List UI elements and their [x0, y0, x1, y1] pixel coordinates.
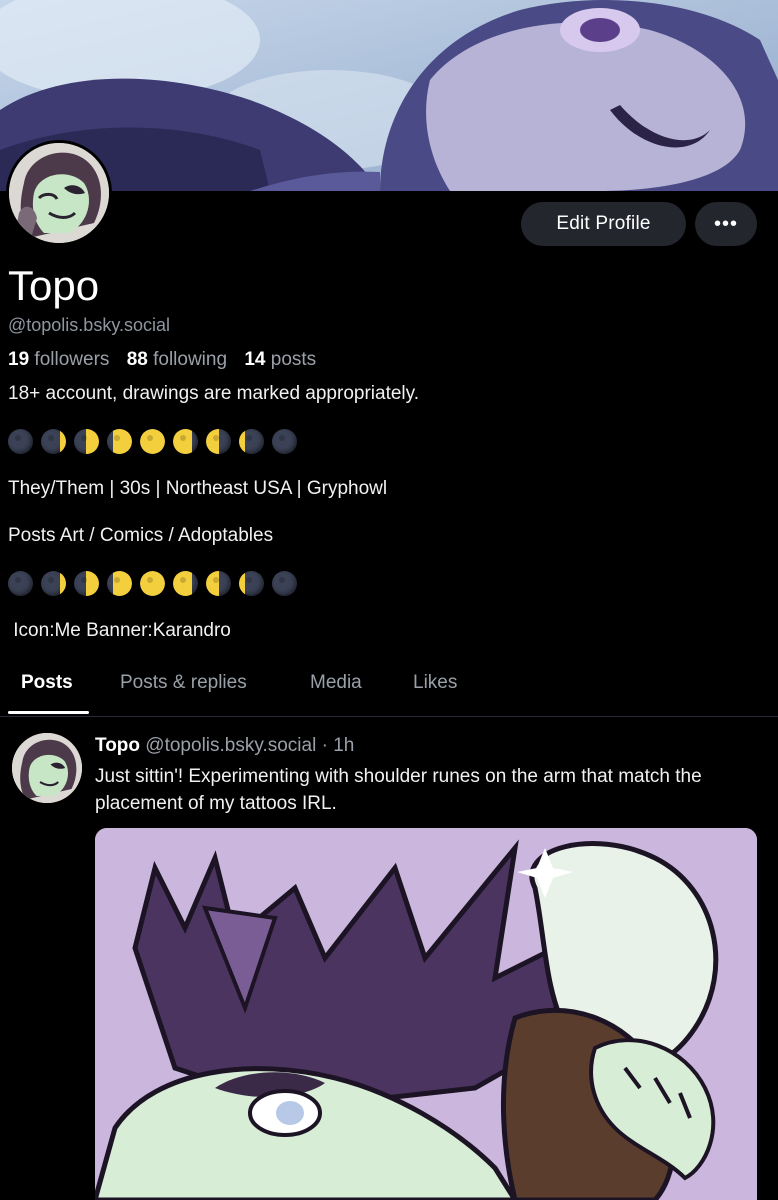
moon-crater: [246, 435, 252, 441]
moon-phase-icon: [8, 429, 33, 454]
post-timestamp[interactable]: 1h: [333, 735, 354, 756]
moon-phase-icon: [173, 571, 198, 596]
post-header: Topo @topolis.bsky.social · 1h: [95, 735, 354, 757]
moon-phase-icon: [107, 429, 132, 454]
profile-tabs: Posts Posts & replies Media Likes: [0, 662, 778, 717]
moon-phase-icon: [8, 571, 33, 596]
moon-crater: [246, 577, 252, 583]
ellipsis-icon: •••: [713, 212, 738, 235]
moon-lit-part: [60, 571, 66, 596]
post-author-handle[interactable]: @topolis.bsky.social: [145, 735, 316, 756]
moon-phase-row: [8, 429, 297, 454]
moon-crater: [279, 577, 285, 583]
moon-crater: [15, 435, 21, 441]
profile-stats: 19 followers 88 following 14 posts: [8, 349, 316, 371]
profile-avatar[interactable]: [6, 140, 112, 246]
posts-label: posts: [270, 349, 317, 370]
moon-crater: [81, 577, 87, 583]
tab-posts-and-replies[interactable]: Posts & replies: [120, 672, 247, 694]
profile-banner[interactable]: [0, 0, 778, 191]
moon-lit-part: [60, 429, 66, 454]
moon-lit-part: [206, 571, 219, 596]
posts-stat: 14 posts: [244, 349, 316, 370]
moon-phase-icon: [173, 429, 198, 454]
profile-handle: @topolis.bsky.social: [8, 315, 170, 335]
post-author-avatar[interactable]: [12, 733, 82, 803]
tab-likes[interactable]: Likes: [413, 672, 457, 694]
moon-crater: [114, 577, 120, 583]
moon-crater: [213, 577, 219, 583]
moon-phase-icon: [239, 429, 264, 454]
moon-lit-part: [113, 571, 132, 596]
moon-phase-icon: [74, 429, 99, 454]
followers-link[interactable]: 19 followers: [8, 349, 109, 370]
moon-lit-part: [140, 571, 165, 596]
moon-lit-part: [86, 429, 99, 454]
following-link[interactable]: 88 following: [127, 349, 227, 370]
more-options-button[interactable]: •••: [695, 202, 757, 246]
bio-line: They/Them | 30s | Northeast USA | Grypho…: [8, 478, 388, 499]
moon-phase-icon: [140, 429, 165, 454]
moon-crater: [147, 577, 153, 583]
following-count: 88: [126, 349, 148, 370]
moon-lit-part: [140, 429, 165, 454]
moon-crater: [213, 435, 219, 441]
post-author-name[interactable]: Topo: [95, 735, 140, 756]
moon-lit-part: [113, 429, 132, 454]
bio-line: Icon:Me Banner:Karandro: [8, 620, 231, 641]
moon-lit-part: [173, 571, 192, 596]
moon-lit-part: [239, 429, 245, 454]
edit-profile-label: Edit Profile: [556, 213, 651, 234]
moon-crater: [15, 577, 21, 583]
tab-media[interactable]: Media: [310, 672, 362, 694]
avatar-illustration: [9, 143, 109, 243]
bio-line: 18+ account, drawings are marked appropr…: [8, 383, 420, 404]
profile-name: Topo: [8, 262, 100, 309]
moon-crater: [147, 435, 153, 441]
following-label: following: [153, 349, 228, 370]
banner-illustration: [0, 0, 778, 191]
moon-phase-icon: [140, 571, 165, 596]
post-avatar-illustration: [12, 733, 82, 803]
moon-crater: [180, 435, 186, 441]
moon-lit-part: [86, 571, 99, 596]
moon-lit-part: [206, 429, 219, 454]
moon-crater: [114, 435, 120, 441]
edit-profile-button[interactable]: Edit Profile: [521, 202, 686, 246]
moon-crater: [81, 435, 87, 441]
followers-count: 19: [8, 349, 30, 370]
moon-crater: [279, 435, 285, 441]
moon-phase-icon: [74, 571, 99, 596]
posts-count: 14: [244, 349, 266, 370]
bio-line: Posts Art / Comics / Adoptables: [8, 525, 274, 546]
moon-phase-icon: [107, 571, 132, 596]
post-text: Just sittin'! Experimenting with shoulde…: [95, 766, 702, 814]
post-image[interactable]: [95, 828, 757, 1200]
moon-lit-part: [173, 429, 192, 454]
moon-phase-icon: [272, 429, 297, 454]
post-separator: ·: [321, 735, 328, 756]
post-image-illustration: [95, 828, 757, 1200]
moon-phase-icon: [206, 429, 231, 454]
tab-posts[interactable]: Posts: [21, 672, 73, 694]
moon-phase-icon: [41, 571, 66, 596]
moon-phase-icon: [206, 571, 231, 596]
active-tab-indicator: [8, 711, 89, 714]
moon-crater: [48, 577, 54, 583]
moon-phase-icon: [239, 571, 264, 596]
moon-phase-icon: [41, 429, 66, 454]
moon-lit-part: [239, 571, 245, 596]
moon-phase-row: [8, 571, 297, 596]
moon-phase-icon: [272, 571, 297, 596]
moon-crater: [180, 577, 186, 583]
moon-crater: [48, 435, 54, 441]
followers-label: followers: [34, 349, 110, 370]
